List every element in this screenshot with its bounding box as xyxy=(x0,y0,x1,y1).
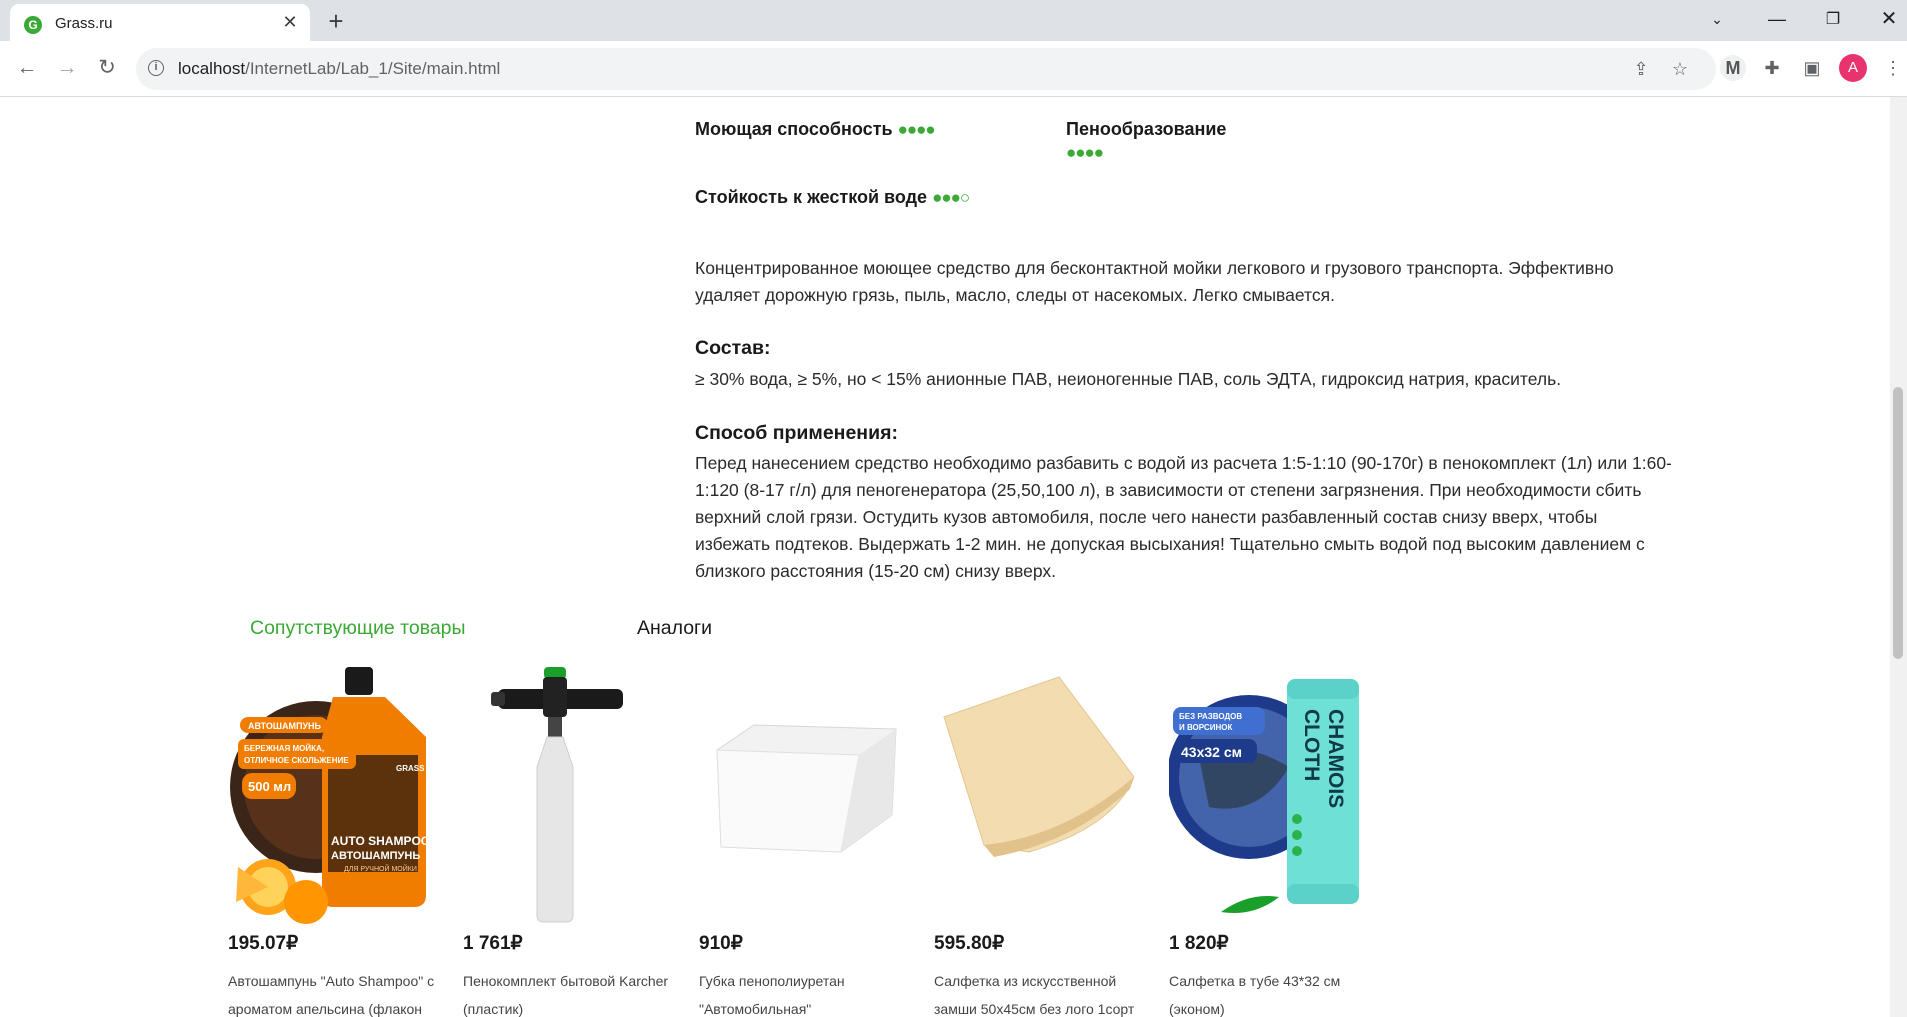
product-name[interactable]: Салфетка из искусственной замши 50х45см … xyxy=(934,967,1149,1017)
tab-title: Grass.ru xyxy=(55,15,113,32)
product-price: 910₽ xyxy=(699,933,743,954)
property-foaming-label: Пенообразование xyxy=(1066,119,1227,139)
product-image-chamois[interactable] xyxy=(934,667,1149,927)
svg-text:АВТОШАМПУНЬ: АВТОШАМПУНЬ xyxy=(331,850,420,862)
svg-text:CHAMOIS: CHAMOIS xyxy=(1324,709,1347,808)
svg-text:CLOTH: CLOTH xyxy=(1300,709,1323,781)
rating-empty-dot-icon: ○ xyxy=(959,188,970,207)
svg-text:БЕРЕЖНАЯ МОЙКА,: БЕРЕЖНАЯ МОЙКА, xyxy=(244,744,324,753)
svg-text:ДЛЯ РУЧНОЙ МОЙКИ: ДЛЯ РУЧНОЙ МОЙКИ xyxy=(344,864,417,873)
product-name[interactable]: Губка пенополиуретан "Автомобильная" xyxy=(699,967,914,1017)
extension-m-icon[interactable]: M xyxy=(1720,55,1746,81)
tab-related-products[interactable]: Сопутствующие товары xyxy=(250,617,466,640)
reload-icon[interactable]: ↻ xyxy=(92,53,122,83)
rating-dots-icon: ●●● xyxy=(932,188,961,207)
url-path: /InternetLab/Lab_1/Site/main.html xyxy=(245,59,501,78)
scrollbar-thumb[interactable] xyxy=(1893,387,1903,659)
url-text[interactable]: localhost/InternetLab/Lab_1/Site/main.ht… xyxy=(178,59,500,79)
product-price: 595.80₽ xyxy=(934,933,1005,954)
property-hard-water-label: Стойкость к жесткой воде xyxy=(695,187,928,207)
product-price: 1 761₽ xyxy=(463,933,523,954)
minimize-window-icon[interactable]: — xyxy=(1754,0,1800,41)
svg-text:ОТЛИЧНОЕ СКОЛЬЖЕНИЕ: ОТЛИЧНОЕ СКОЛЬЖЕНИЕ xyxy=(244,756,349,765)
close-tab-icon[interactable]: ✕ xyxy=(278,10,302,34)
usage-text: Перед нанесением средство необходимо раз… xyxy=(695,453,1672,581)
property-washing-label: Моющая способность xyxy=(695,119,893,139)
back-arrow-icon[interactable]: ← xyxy=(12,53,42,83)
close-window-icon[interactable]: ✕ xyxy=(1866,0,1907,41)
rating-dots-icon: ●●●● xyxy=(897,120,936,139)
product-image-foam-kit[interactable] xyxy=(463,667,678,927)
site-info-icon[interactable]: i xyxy=(148,60,164,76)
vertical-scrollbar[interactable] xyxy=(1890,97,1907,1017)
svg-text:АВТОШАМПУНЬ: АВТОШАМПУНЬ xyxy=(248,721,322,731)
property-hard-water: Стойкость к жесткой воде ●●●○ xyxy=(695,187,970,208)
restore-window-icon[interactable]: ❐ xyxy=(1810,0,1856,41)
tab-search-chevron-icon[interactable]: ⌄ xyxy=(1694,0,1740,41)
rating-dots-icon: ●●●● xyxy=(1066,143,1104,162)
profile-avatar[interactable]: A xyxy=(1839,54,1867,82)
product-price: 195.07₽ xyxy=(228,933,299,954)
tab-analogs[interactable]: Аналоги xyxy=(637,617,712,640)
product-card[interactable]: 910₽ Губка пенополиуретан "Автомобильная… xyxy=(699,667,919,1017)
product-name[interactable]: Пенокомплект бытовой Karcher (пластик) xyxy=(463,967,678,1017)
svg-text:43x32 см: 43x32 см xyxy=(1181,744,1242,760)
forward-arrow-icon[interactable]: → xyxy=(52,53,82,83)
bookmark-star-icon[interactable]: ☆ xyxy=(1669,58,1691,80)
product-name[interactable]: Автошампунь "Auto Shampoo" с ароматом ап… xyxy=(228,967,443,1017)
product-card[interactable]: 1 761₽ Пенокомплект бытовой Karcher (пла… xyxy=(463,667,683,1017)
browser-tab[interactable]: G Grass.ru ✕ xyxy=(10,4,310,41)
svg-text:AUTO SHAMPOO: AUTO SHAMPOO xyxy=(331,834,430,848)
product-name[interactable]: Салфетка в тубе 43*32 см (эконом) xyxy=(1169,967,1384,1017)
usage-title: Способ применения: xyxy=(695,422,898,444)
url-host: localhost xyxy=(178,59,246,78)
side-panel-icon[interactable]: ▣ xyxy=(1799,55,1825,81)
page-content: Моющая способность ●●●● Пенообразование … xyxy=(0,97,1890,1017)
product-price: 1 820₽ xyxy=(1169,933,1229,954)
product-card[interactable]: 595.80₽ Салфетка из искусственной замши … xyxy=(934,667,1154,1017)
address-bar[interactable]: i localhost/InternetLab/Lab_1/Site/main.… xyxy=(136,48,1716,90)
svg-text:GRASS: GRASS xyxy=(396,764,425,773)
product-card[interactable]: АВТОШАМПУНЬ БЕРЕЖНАЯ МОЙКА, ОТЛИЧНОЕ СКО… xyxy=(228,667,448,1017)
svg-text:БЕЗ РАЗВОДОВ: БЕЗ РАЗВОДОВ xyxy=(1179,712,1242,721)
property-washing: Моющая способность ●●●● xyxy=(695,119,936,140)
product-card[interactable]: БЕЗ РАЗВОДОВ И ВОРСИНОК 43x32 см CHAMOIS… xyxy=(1167,667,1389,1017)
property-foaming: Пенообразование ●●●● xyxy=(1066,119,1226,163)
browser-tab-strip: G Grass.ru ✕ + ⌄ — ❐ ✕ xyxy=(0,0,1907,41)
extensions-puzzle-icon[interactable]: ✚ xyxy=(1759,55,1785,81)
product-image-sponge[interactable] xyxy=(699,667,914,927)
grass-favicon-icon: G xyxy=(24,16,42,34)
svg-text:500 мл: 500 мл xyxy=(248,779,291,794)
product-description: Концентрированное моющее средство для бе… xyxy=(695,258,1614,305)
composition-title: Состав: xyxy=(695,337,771,359)
svg-text:И ВОРСИНОК: И ВОРСИНОК xyxy=(1179,723,1232,732)
new-tab-icon[interactable]: + xyxy=(322,8,350,36)
product-image-cloth-tube[interactable]: БЕЗ РАЗВОДОВ И ВОРСИНОК 43x32 см CHAMOIS… xyxy=(1167,667,1384,927)
composition-text: ≥ 30% вода, ≥ 5%, но < 15% анионные ПАВ,… xyxy=(695,369,1562,389)
menu-kebab-icon[interactable]: ⋮ xyxy=(1880,55,1906,81)
browser-toolbar: ← → ↻ i localhost/InternetLab/Lab_1/Site… xyxy=(0,41,1907,97)
share-icon[interactable]: ⇪ xyxy=(1630,58,1652,80)
product-image-auto-shampoo[interactable]: АВТОШАМПУНЬ БЕРЕЖНАЯ МОЙКА, ОТЛИЧНОЕ СКО… xyxy=(228,667,443,927)
